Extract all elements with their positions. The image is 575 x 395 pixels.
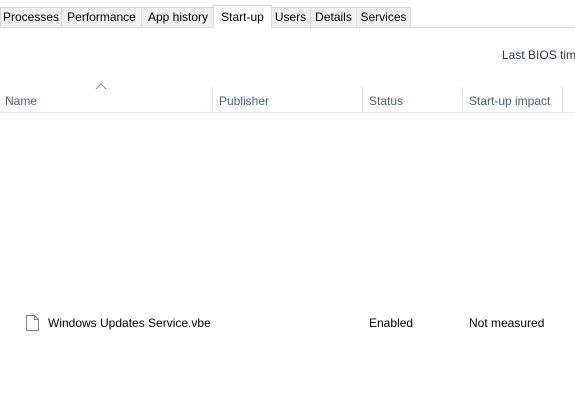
tab-details[interactable]: Details — [310, 7, 357, 27]
column-header-status[interactable]: Status — [369, 92, 403, 110]
sort-up-icon — [95, 83, 107, 90]
tab-processes[interactable]: Processes — [0, 7, 62, 27]
column-separator[interactable] — [362, 87, 363, 112]
column-header-publisher[interactable]: Publisher — [219, 92, 269, 110]
column-header-startup-impact[interactable]: Start-up impact — [469, 92, 550, 110]
column-separator[interactable] — [562, 87, 563, 112]
task-manager-window: Processes Performance App history Start-… — [0, 0, 575, 395]
column-header-name[interactable]: Name — [5, 92, 37, 110]
column-separator[interactable] — [462, 87, 463, 112]
tab-performance[interactable]: Performance — [61, 7, 142, 27]
tab-strip: Processes Performance App history Start-… — [0, 0, 575, 28]
tab-users[interactable]: Users — [270, 7, 311, 27]
header-divider — [0, 112, 575, 113]
last-bios-time-label: Last BIOS time — [502, 48, 575, 62]
table-row[interactable]: Windows Updates Service.vbe Enabled Not … — [0, 312, 575, 334]
startup-item-name: Windows Updates Service.vbe — [48, 316, 211, 330]
startup-item-impact: Not measured — [469, 316, 545, 330]
column-separator[interactable] — [212, 87, 213, 112]
tab-services[interactable]: Services — [356, 7, 411, 27]
file-icon — [26, 315, 39, 331]
tab-strip-divider — [0, 27, 575, 28]
tab-startup[interactable]: Start-up — [213, 5, 272, 28]
tab-app-history[interactable]: App history — [141, 7, 215, 27]
startup-item-status: Enabled — [369, 316, 414, 330]
